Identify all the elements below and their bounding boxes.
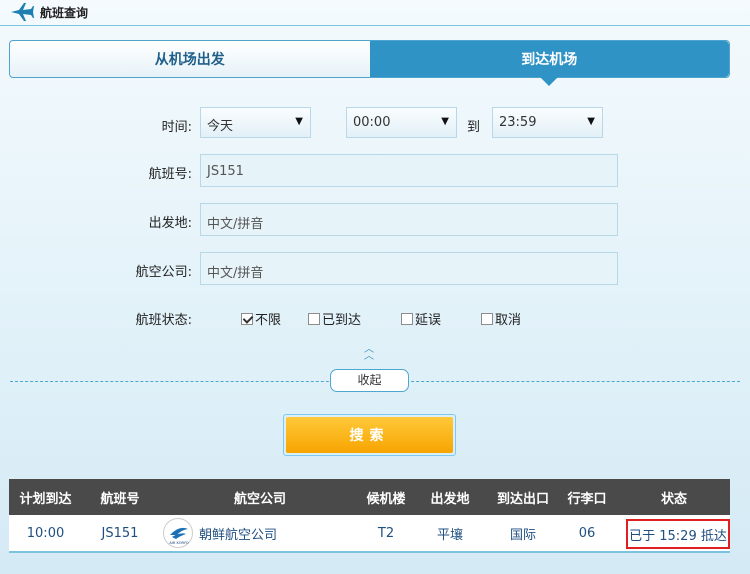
- search-button-frame: 搜索: [283, 414, 456, 456]
- cell-flight: JS151: [101, 525, 139, 541]
- origin-label: 出发地:: [148, 216, 192, 231]
- checkbox-checked[interactable]: [241, 312, 253, 325]
- status-option-label: 已到达: [322, 313, 362, 328]
- time-label: 时间:: [161, 120, 192, 135]
- logo-text: AIR KORYO: [169, 541, 188, 545]
- tab-arrival-label: 到达机场: [521, 52, 578, 68]
- cell-exit: 国际: [509, 527, 536, 543]
- page-title: 航班查询: [40, 6, 89, 20]
- from-time-select[interactable]: 00:00 ▼: [346, 107, 457, 138]
- checkbox[interactable]: [308, 312, 320, 325]
- status-option-label: 延误: [415, 313, 442, 328]
- tab-arrival[interactable]: 到达机场: [369, 41, 729, 86]
- column-header-status: 状态: [660, 491, 687, 507]
- flight-status-label: 航班状态:: [135, 313, 192, 328]
- to-label: 到: [467, 120, 481, 135]
- collapse-chevron-icon[interactable]: ︿ ︿: [364, 345, 374, 362]
- date-select-value: 今天: [207, 119, 234, 134]
- direction-tabs: 从机场出发 到达机场: [9, 40, 730, 86]
- origin-input[interactable]: 中文/拼音: [200, 203, 618, 236]
- column-header-scheduled: 计划到达: [19, 491, 72, 507]
- dropdown-arrow-icon: ▼: [441, 116, 449, 127]
- cell-origin: 平壤: [436, 527, 463, 543]
- airplane-icon: [11, 3, 34, 21]
- air-koryo-logo-icon: AIR KORYO: [169, 527, 189, 545]
- cell-airline: AIR KORYO 朝鲜航空公司: [158, 515, 362, 551]
- checkbox[interactable]: [401, 312, 413, 325]
- flight-number-input[interactable]: JS151: [200, 154, 618, 187]
- table-row[interactable]: 10:00 JS151 AIR KORYO 朝鲜航空公司 T2 平壤 国际 06…: [9, 515, 730, 553]
- tab-departure-label: 从机场出发: [154, 52, 225, 68]
- column-header-terminal: 候机楼: [366, 491, 406, 507]
- cell-baggage: 06: [578, 525, 596, 541]
- collapse-button[interactable]: 收起: [330, 369, 409, 392]
- column-header-flight: 航班号: [100, 491, 140, 507]
- airline-label: 航空公司:: [135, 265, 192, 280]
- status-badge: 已于 15:29 抵达: [626, 519, 730, 549]
- column-header-airline: 航空公司: [233, 491, 286, 507]
- dropdown-arrow-icon: ▼: [295, 116, 303, 127]
- column-header-origin: 出发地: [430, 491, 470, 507]
- cell-airline-name: 朝鲜航空公司: [199, 527, 278, 543]
- from-time-value: 00:00: [353, 115, 391, 130]
- collapse-label: 收起: [357, 373, 382, 387]
- search-label: 搜索: [349, 428, 390, 444]
- results-table-header: 计划到达 航班号 航空公司 候机楼 出发地 到达出口 行李口 状态: [9, 479, 730, 515]
- date-select[interactable]: 今天 ▼: [200, 107, 311, 138]
- cell-terminal: T2: [377, 525, 395, 541]
- status-option-label: 取消: [495, 313, 522, 328]
- search-button[interactable]: 搜索: [286, 417, 453, 453]
- status-option-arrived[interactable]: 已到达: [308, 309, 361, 328]
- tab-departure[interactable]: 从机场出发: [10, 41, 370, 77]
- cell-status: 已于 15:29 抵达: [629, 528, 727, 544]
- flight-number-value: JS151: [207, 164, 244, 179]
- airline-logo: AIR KORYO: [163, 518, 193, 548]
- airline-input[interactable]: 中文/拼音: [200, 252, 618, 285]
- to-time-value: 23:59: [499, 115, 537, 130]
- cell-scheduled: 10:00: [26, 525, 65, 541]
- page-header: 航班查询: [0, 0, 750, 26]
- column-header-exit: 到达出口: [496, 491, 549, 507]
- airline-placeholder: 中文/拼音: [207, 266, 264, 281]
- origin-placeholder: 中文/拼音: [207, 217, 264, 232]
- checkbox[interactable]: [481, 312, 493, 325]
- active-tab-pointer: [540, 77, 559, 86]
- status-option-any[interactable]: 不限: [241, 309, 281, 328]
- to-time-select[interactable]: 23:59 ▼: [492, 107, 603, 138]
- status-option-delayed[interactable]: 延误: [401, 309, 441, 328]
- status-option-cancelled[interactable]: 取消: [481, 309, 521, 328]
- column-header-baggage: 行李口: [567, 491, 607, 507]
- flight-number-label: 航班号:: [148, 167, 192, 182]
- dropdown-arrow-icon: ▼: [587, 116, 595, 127]
- status-option-label: 不限: [255, 313, 282, 328]
